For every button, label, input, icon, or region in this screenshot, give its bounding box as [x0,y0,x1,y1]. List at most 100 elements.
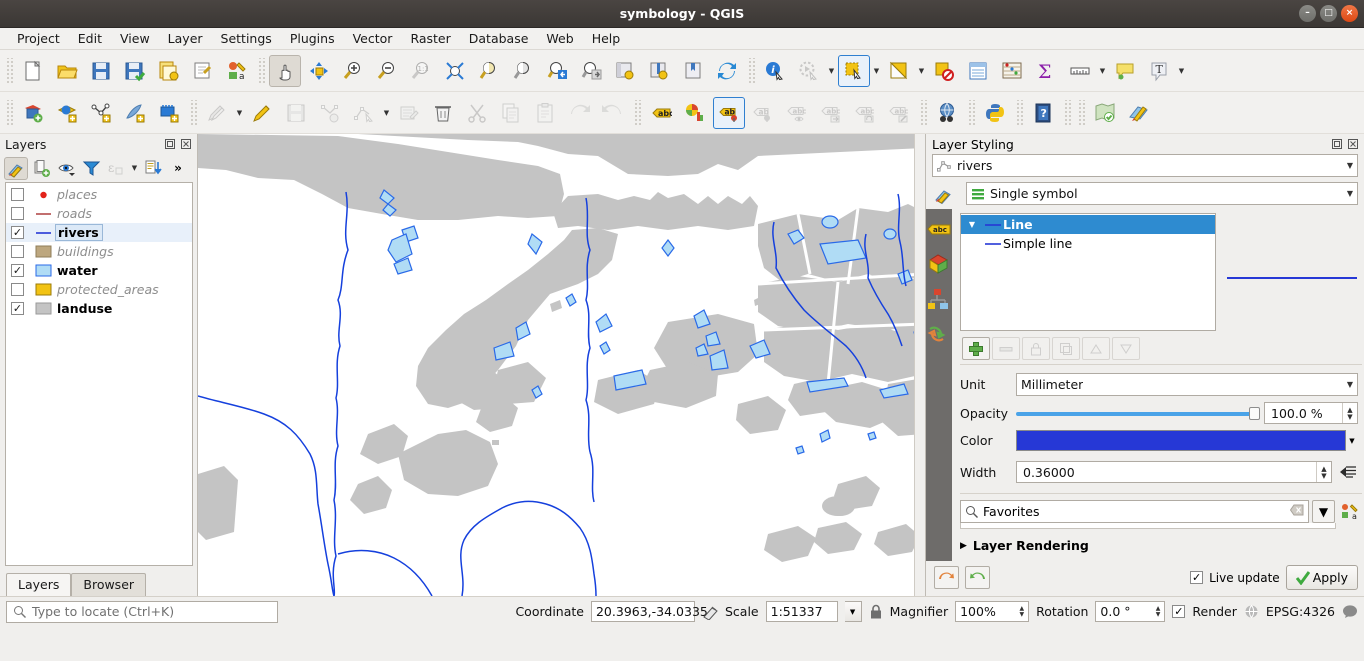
menu-help[interactable]: Help [583,29,630,48]
toggle-editing-icon[interactable] [246,97,278,129]
layout-manager-icon[interactable] [187,55,219,87]
opacity-slider[interactable] [1016,406,1260,420]
highlight-pinned-labels-icon[interactable]: ab [747,97,779,129]
zoom-native-icon[interactable]: 1:1 [405,55,437,87]
layer-diagram-icon[interactable] [679,97,711,129]
menu-view[interactable]: View [111,29,159,48]
rotate-label-icon[interactable]: abc [849,97,881,129]
zoom-full-icon[interactable] [439,55,471,87]
save-layer-edits-icon[interactable] [280,97,312,129]
rotation-field[interactable]: 0.0 ° ▲▼ [1095,601,1165,622]
add-group-button[interactable] [29,157,53,180]
map-tips-icon[interactable] [1109,55,1141,87]
new-print-layout-icon[interactable] [153,55,185,87]
zoom-last-icon[interactable] [541,55,573,87]
undock-icon[interactable] [163,137,177,151]
modify-attributes-icon[interactable] [393,97,425,129]
unit-combo[interactable]: Millimeter ▼ [1016,373,1358,396]
scale-dropdown-icon[interactable]: ▼ [845,601,862,622]
layer-row-landuse[interactable]: ✓ landuse [6,299,192,318]
help-icon[interactable]: ? [1027,97,1059,129]
add-vector-layer-icon[interactable] [17,97,49,129]
magnifier-field[interactable]: 100% ▲▼ [955,601,1029,622]
python-console-icon[interactable] [979,97,1011,129]
add-spatialite-layer-icon[interactable] [119,97,151,129]
layer-row-rivers[interactable]: ✓ rivers [6,223,192,242]
select-by-expression-icon[interactable] [883,55,915,87]
layer-selector-combo[interactable]: rivers ▼ [932,154,1358,177]
clear-icon[interactable] [1290,504,1304,519]
messages-icon[interactable] [1342,604,1358,619]
layer-row-buildings[interactable]: buildings [6,242,192,261]
symbol-tree-item-line[interactable]: ▼ Line [961,215,1215,234]
chevron-down-icon[interactable]: ▼ [129,153,140,183]
chevron-down-icon[interactable]: ▼ [381,98,392,128]
coordinate-field[interactable]: 20.3963,-34.0335 [591,601,695,622]
layer-row-water[interactable]: ✓ water [6,261,192,280]
pan-to-selection-icon[interactable] [303,55,335,87]
zoom-in-icon[interactable] [337,55,369,87]
chevron-down-icon[interactable]: ▼ [1097,56,1108,86]
labels-tab[interactable]: abc [926,216,952,242]
layer-visibility-checkbox[interactable] [11,245,24,258]
tab-layers[interactable]: Layers [6,573,71,596]
redo-style-button[interactable] [965,566,990,589]
scale-field[interactable]: 1:51337 [766,601,838,622]
locator-search-input[interactable]: Type to locate (Ctrl+K) [6,601,278,623]
open-layer-styling-panel-button[interactable] [4,157,28,180]
expand-arrow-icon[interactable]: ▶ [960,541,967,551]
zoom-out-icon[interactable] [371,55,403,87]
layer-rendering-section[interactable]: ▶ Layer Rendering [960,538,1362,553]
open-attribute-table-icon[interactable] [962,55,994,87]
run-feature-action-icon[interactable] [793,55,825,87]
undo-icon[interactable] [563,97,595,129]
duplicate-symbol-layer-button[interactable] [1052,337,1080,360]
show-hide-labels-icon[interactable]: abc [781,97,813,129]
style-manager-icon[interactable]: a [1338,503,1362,521]
move-label-icon[interactable]: abc [815,97,847,129]
text-annotation-icon[interactable]: T [1143,55,1175,87]
menu-database[interactable]: Database [460,29,538,48]
close-button[interactable]: × [1341,5,1358,22]
field-calculator-icon[interactable] [996,55,1028,87]
menu-raster[interactable]: Raster [401,29,459,48]
close-icon[interactable] [1346,137,1360,151]
width-spinbox[interactable]: 0.36000 ▲▼ [1016,461,1332,483]
symbol-tree-item-simple-line[interactable]: Simple line [961,234,1215,253]
diagrams-tab[interactable] [926,286,952,312]
change-label-icon[interactable]: abc [883,97,915,129]
spin-arrows[interactable]: ▲▼ [1316,462,1331,482]
chevron-down-icon[interactable]: ▼ [1343,380,1353,389]
menu-vector[interactable]: Vector [344,29,402,48]
layer-labeling-icon[interactable]: abc [645,97,677,129]
menu-edit[interactable]: Edit [69,29,111,48]
map-canvas[interactable] [198,134,925,596]
render-checkbox[interactable]: ✓ [1172,605,1185,618]
move-down-button[interactable] [1112,337,1140,360]
menu-plugins[interactable]: Plugins [281,29,344,48]
chevron-down-icon[interactable]: ▼ [916,56,927,86]
add-symbol-layer-button[interactable] [962,337,990,360]
layer-row-places[interactable]: places [6,185,192,204]
chevron-down-icon[interactable]: ▼ [1343,161,1353,170]
apply-button[interactable]: Apply [1286,565,1358,590]
chevron-down-icon[interactable]: ▼ [1176,56,1187,86]
plugin-paint-icon[interactable] [1123,97,1155,129]
map-canvas-container[interactable] [198,134,926,596]
tab-browser[interactable]: Browser [71,573,146,596]
statistical-summary-icon[interactable]: Σ [1030,55,1062,87]
spin-arrows[interactable]: ▲▼ [1156,606,1161,618]
spin-arrows[interactable]: ▲▼ [1342,403,1357,423]
layer-tree[interactable]: places roads ✓ rivers [5,182,193,566]
delete-selected-icon[interactable] [427,97,459,129]
move-up-button[interactable] [1082,337,1110,360]
spin-arrows[interactable]: ▲▼ [1019,606,1024,618]
toolbar-handle[interactable] [5,100,13,126]
zoom-next-icon[interactable] [575,55,607,87]
expression-filter-button[interactable]: ε [104,157,128,180]
3d-view-tab[interactable] [926,251,952,277]
identify-features-icon[interactable]: i [759,55,791,87]
pin-labels-icon[interactable]: ab [713,97,745,129]
layer-visibility-checkbox[interactable] [11,188,24,201]
style-search-box[interactable]: Favorites [960,500,1309,523]
